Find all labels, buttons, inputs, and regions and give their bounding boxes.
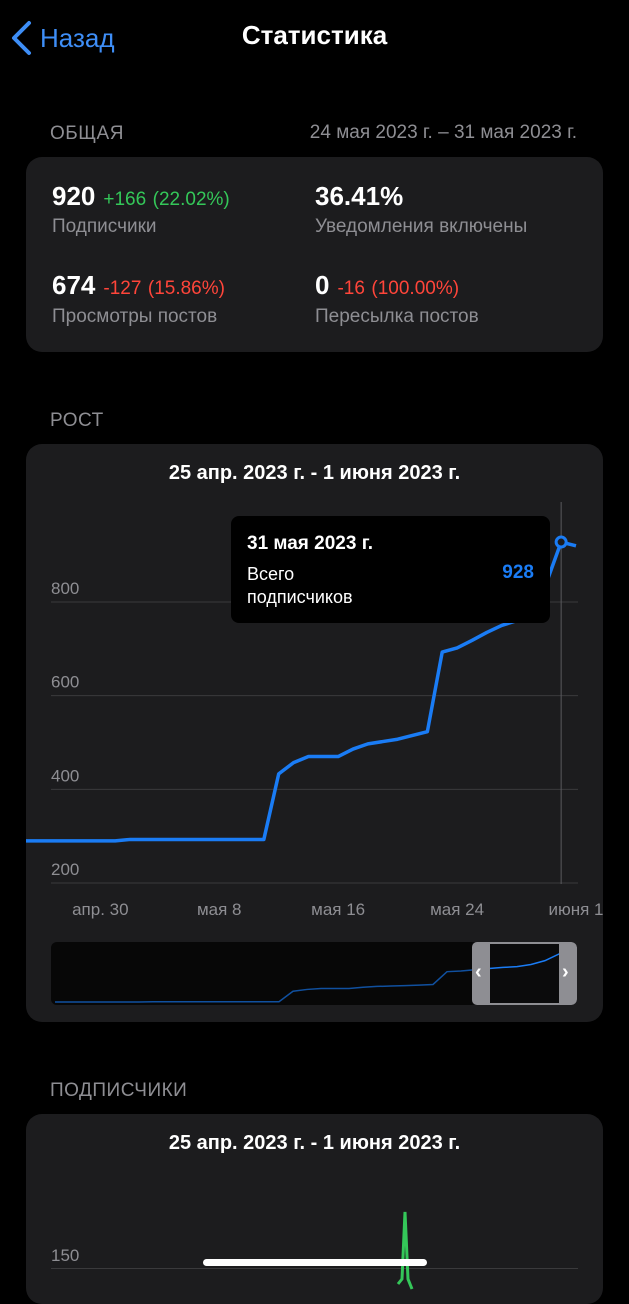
- tooltip-label-line2: подписчиков: [247, 587, 353, 607]
- views-label: Просмотры постов: [52, 306, 218, 327]
- x-tick-label: апр. 30: [72, 900, 128, 919]
- overview-header: ОБЩАЯ: [50, 123, 124, 144]
- views-pct: (15.86%): [147, 278, 225, 299]
- highlight-point: [554, 535, 568, 549]
- tooltip-value: 928: [502, 562, 534, 583]
- notifications-value: 36.41%: [315, 181, 404, 211]
- subscribers-delta: +166: [103, 189, 147, 210]
- overview-card: 920 +166 (22.02%) Подписчики 36.41% Уведо…: [26, 157, 603, 352]
- subscribers-value: 920: [52, 181, 96, 211]
- notifications-label: Уведомления включены: [315, 216, 528, 237]
- shares-pct: (100.00%): [371, 278, 460, 299]
- x-tick-label: июня 1: [548, 900, 603, 919]
- page-title: Статистика: [241, 20, 388, 50]
- tooltip-label: Всего подписчиков: [247, 563, 353, 609]
- subscribers-spike-line: [396, 1211, 414, 1290]
- chart-tooltip: 31 мая 2023 г. Всего подписчиков 928: [231, 516, 550, 623]
- subscribers-pct: (22.02%): [152, 189, 230, 210]
- shares-label: Пересылка постов: [315, 306, 479, 327]
- chevron-left-icon[interactable]: ‹: [475, 961, 482, 984]
- navigator-mask: [51, 942, 472, 1005]
- subscribers-stat: 920 +166 (22.02%): [52, 181, 230, 212]
- growth-header: РОСТ: [50, 410, 104, 431]
- y-tick-label: 600: [51, 673, 79, 692]
- x-tick-label: мая 16: [311, 900, 365, 919]
- views-delta: -127: [103, 278, 142, 299]
- y-tick-label: 200: [51, 860, 79, 879]
- views-value: 674: [52, 270, 96, 300]
- chevron-right-icon[interactable]: ›: [562, 961, 569, 984]
- x-tick-label: мая 8: [197, 900, 242, 919]
- y-tick-label: 400: [51, 766, 79, 785]
- notifications-stat: 36.41%: [315, 181, 403, 212]
- subscribers-card: 25 апр. 2023 г. - 1 июня 2023 г. 150: [26, 1114, 603, 1304]
- y-tick-label: 800: [51, 579, 79, 598]
- shares-delta: -16: [337, 278, 365, 299]
- subscribers-label: Подписчики: [52, 216, 157, 237]
- x-tick-label: мая 24: [430, 900, 484, 919]
- growth-card: 25 апр. 2023 г. - 1 июня 2023 г. 200 400 6…: [26, 444, 603, 1022]
- subscribers-header: ПОДПИСЧИКИ: [50, 1080, 188, 1101]
- overview-date-range: 24 мая 2023 г. – 31 мая 2023 г.: [309, 122, 577, 143]
- home-indicator: [203, 1259, 427, 1266]
- shares-value: 0: [315, 270, 330, 300]
- subscribers-chart[interactable]: [26, 1114, 603, 1304]
- tooltip-date: 31 мая 2023 г.: [247, 533, 373, 554]
- chart-navigator[interactable]: ‹ ›: [51, 942, 577, 1005]
- shares-stat: 0 -16 (100.00%): [315, 270, 459, 301]
- tooltip-label-line1: Всего: [247, 564, 295, 584]
- views-stat: 674 -127 (15.86%): [52, 270, 225, 301]
